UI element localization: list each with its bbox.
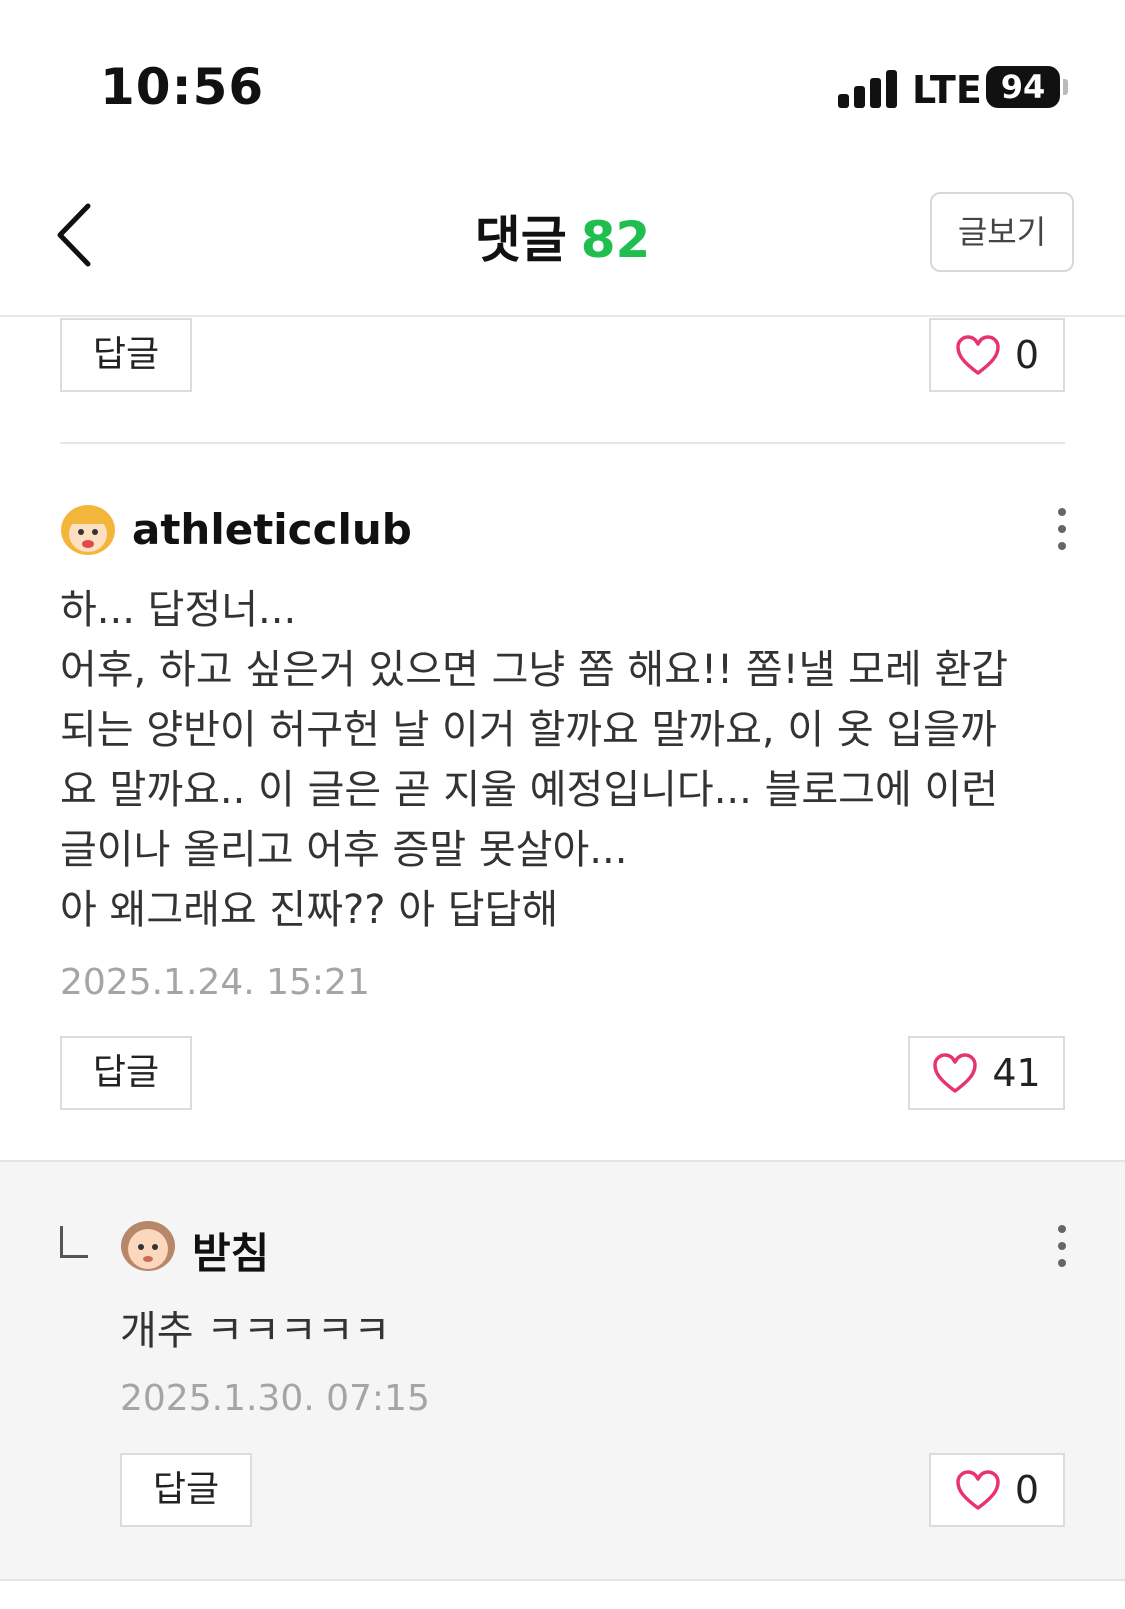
reply-button[interactable]: 답글 <box>60 1036 192 1110</box>
signal-icon <box>838 70 898 108</box>
username[interactable]: athleticclub <box>132 505 412 554</box>
like-button[interactable]: 0 <box>929 1453 1065 1527</box>
user-avatar-icon <box>121 1221 175 1271</box>
user-avatar-icon <box>61 505 115 555</box>
battery-icon: 94 <box>986 66 1060 108</box>
reply-body: 개추 ㅋㅋㅋㅋㅋ <box>120 1308 391 1354</box>
comment-body: 하... 답정너... 어후, 하고 싶은거 있으면 그냥 쫌 해요!! 쫌!낼… <box>60 587 1009 933</box>
header-divider <box>0 315 1125 317</box>
comment-divider <box>60 442 1065 444</box>
network-type: LTE <box>912 68 982 112</box>
more-options-icon[interactable] <box>1056 1225 1068 1269</box>
username[interactable]: 받침 <box>192 1220 269 1281</box>
battery-tip <box>1063 79 1068 95</box>
avatar[interactable] <box>120 1220 176 1272</box>
view-post-button[interactable]: 글보기 <box>930 192 1074 272</box>
reply-button[interactable]: 답글 <box>120 1453 252 1527</box>
reply-date: 2025.1.30. 07:15 <box>120 1378 430 1419</box>
like-button[interactable]: 0 <box>929 318 1065 392</box>
comment-count: 82 <box>580 211 651 269</box>
like-button[interactable]: 41 <box>908 1036 1065 1110</box>
heart-icon <box>933 1053 978 1093</box>
more-options-icon[interactable] <box>1056 508 1068 552</box>
comment-date: 2025.1.24. 15:21 <box>60 962 370 1003</box>
reply-indicator-icon <box>60 1226 88 1258</box>
avatar[interactable] <box>60 504 116 556</box>
status-time: 10:56 <box>100 58 265 116</box>
like-count: 0 <box>1014 333 1040 377</box>
like-count: 41 <box>992 1051 1041 1095</box>
title-label: 댓글 <box>474 211 567 269</box>
like-count: 0 <box>1014 1468 1040 1512</box>
heart-icon <box>956 1470 1000 1510</box>
heart-icon <box>956 335 1000 375</box>
reply-button[interactable]: 답글 <box>60 318 192 392</box>
